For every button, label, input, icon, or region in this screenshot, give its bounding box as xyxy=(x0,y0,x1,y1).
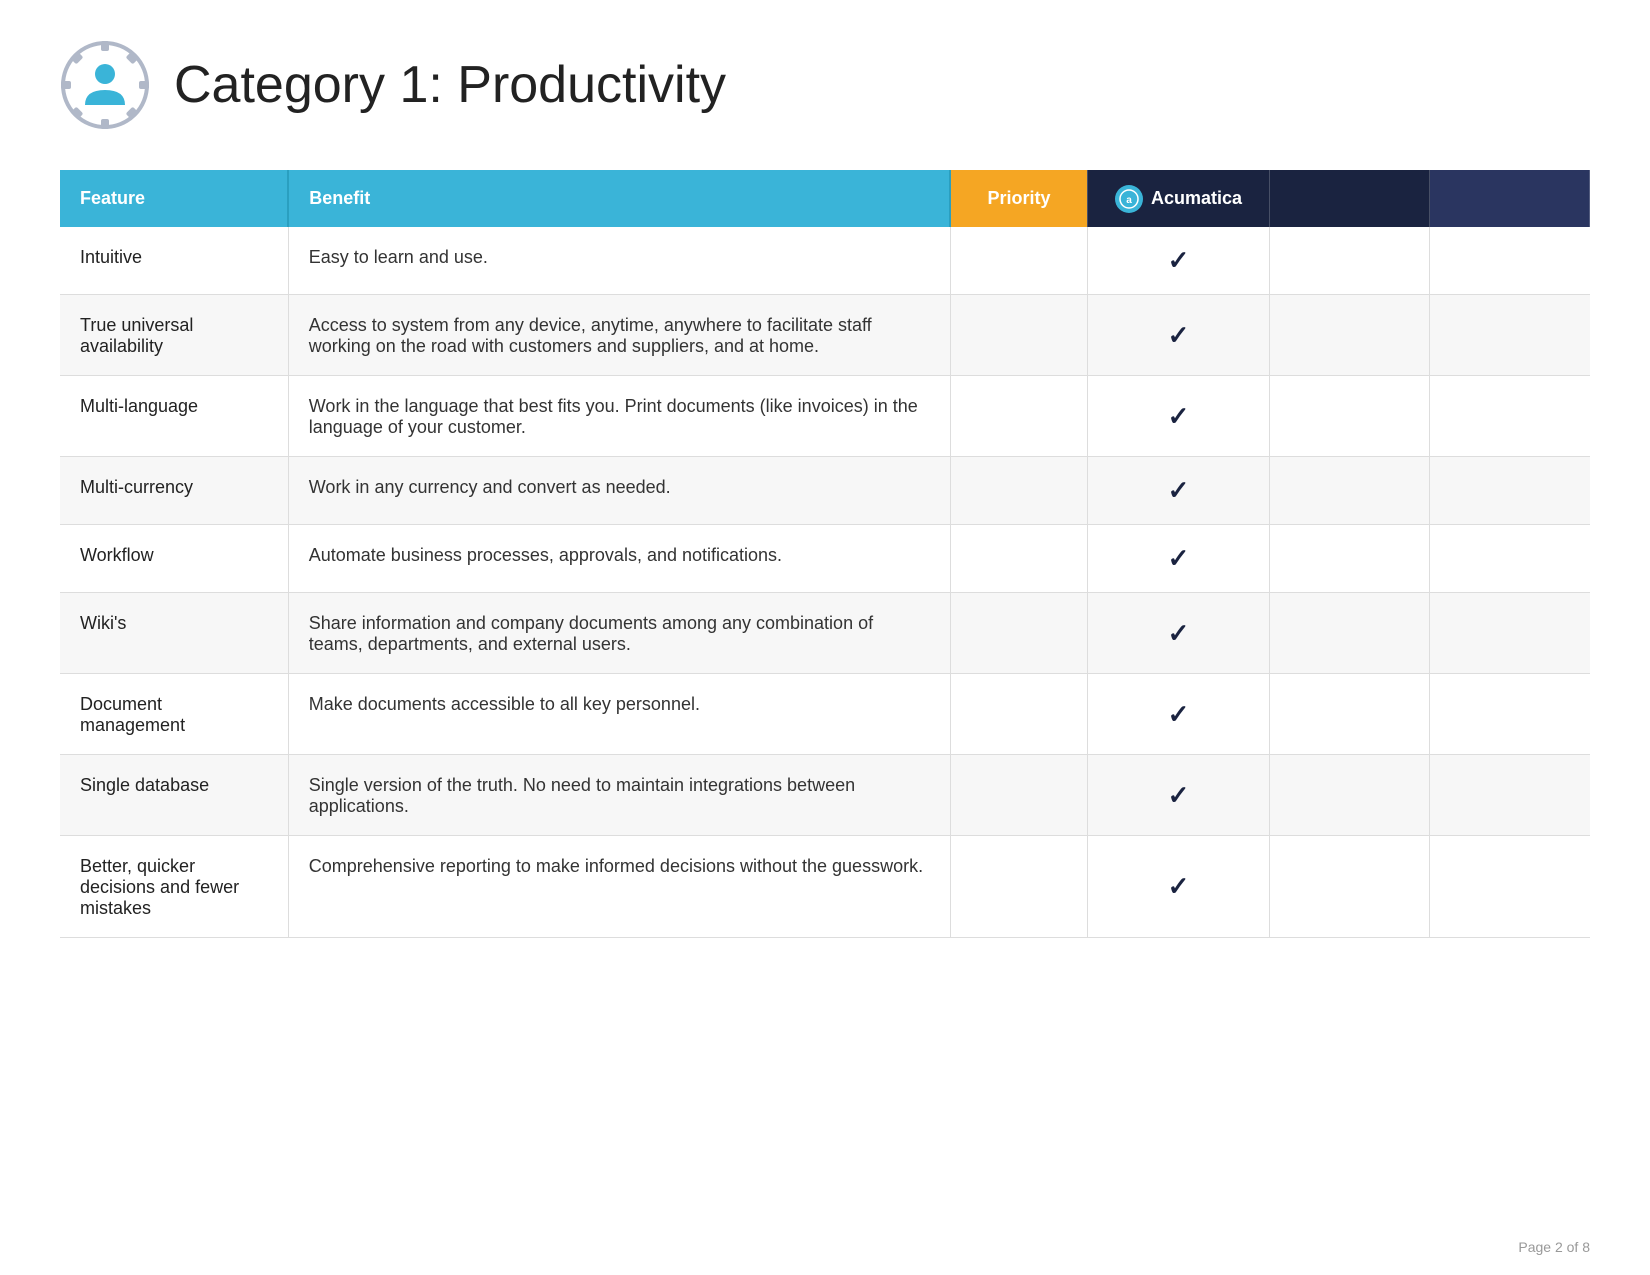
cell-acumatica: ✓ xyxy=(1087,674,1270,755)
cell-vendor3 xyxy=(1430,755,1590,836)
comparison-table: Feature Benefit Priority a xyxy=(60,170,1590,938)
cell-priority xyxy=(950,593,1087,674)
cell-vendor3 xyxy=(1430,836,1590,938)
table-row: Wiki'sShare information and company docu… xyxy=(60,593,1590,674)
cell-feature: Document management xyxy=(60,674,288,755)
check-icon: ✓ xyxy=(1168,475,1190,505)
cell-benefit: Single version of the truth. No need to … xyxy=(288,755,950,836)
cell-feature: Better, quicker decisions and fewer mist… xyxy=(60,836,288,938)
cell-acumatica: ✓ xyxy=(1087,457,1270,525)
cell-benefit: Access to system from any device, anytim… xyxy=(288,295,950,376)
cell-vendor3 xyxy=(1430,376,1590,457)
check-icon: ✓ xyxy=(1168,320,1190,350)
cell-vendor2 xyxy=(1270,836,1430,938)
cell-priority xyxy=(950,227,1087,295)
cell-vendor2 xyxy=(1270,295,1430,376)
cell-feature: True universal availability xyxy=(60,295,288,376)
cell-benefit: Automate business processes, approvals, … xyxy=(288,525,950,593)
check-icon: ✓ xyxy=(1168,245,1190,275)
col-header-vendor2 xyxy=(1270,170,1430,227)
acumatica-label: Acumatica xyxy=(1151,188,1242,209)
cell-vendor2 xyxy=(1270,674,1430,755)
check-icon: ✓ xyxy=(1168,401,1190,431)
productivity-icon xyxy=(60,40,150,130)
cell-acumatica: ✓ xyxy=(1087,525,1270,593)
cell-vendor3 xyxy=(1430,295,1590,376)
comparison-table-container: Feature Benefit Priority a xyxy=(60,170,1590,938)
cell-benefit: Comprehensive reporting to make informed… xyxy=(288,836,950,938)
table-body: IntuitiveEasy to learn and use.✓True uni… xyxy=(60,227,1590,938)
table-row: WorkflowAutomate business processes, app… xyxy=(60,525,1590,593)
table-row: True universal availabilityAccess to sys… xyxy=(60,295,1590,376)
table-row: Document managementMake documents access… xyxy=(60,674,1590,755)
cell-feature: Intuitive xyxy=(60,227,288,295)
col-header-acumatica: a Acumatica xyxy=(1087,170,1270,227)
cell-acumatica: ✓ xyxy=(1087,376,1270,457)
acumatica-logo: a Acumatica xyxy=(1104,185,1254,213)
page-footer: Page 2 of 8 xyxy=(1518,1239,1590,1255)
page-title: Category 1: Productivity xyxy=(174,55,726,115)
cell-vendor3 xyxy=(1430,457,1590,525)
cell-benefit: Work in any currency and convert as need… xyxy=(288,457,950,525)
cell-priority xyxy=(950,295,1087,376)
cell-vendor2 xyxy=(1270,457,1430,525)
cell-vendor2 xyxy=(1270,525,1430,593)
cell-acumatica: ✓ xyxy=(1087,836,1270,938)
check-icon: ✓ xyxy=(1168,871,1190,901)
acumatica-logo-icon: a xyxy=(1115,185,1143,213)
cell-priority xyxy=(950,525,1087,593)
cell-vendor3 xyxy=(1430,593,1590,674)
cell-acumatica: ✓ xyxy=(1087,295,1270,376)
cell-feature: Wiki's xyxy=(60,593,288,674)
cell-priority xyxy=(950,755,1087,836)
table-row: IntuitiveEasy to learn and use. ✓ xyxy=(60,227,1590,295)
cell-feature: Multi-language xyxy=(60,376,288,457)
cell-vendor2 xyxy=(1270,376,1430,457)
table-row: Single databaseSingle version of the tru… xyxy=(60,755,1590,836)
check-icon: ✓ xyxy=(1168,618,1190,648)
cell-feature: Workflow xyxy=(60,525,288,593)
page-header: Category 1: Productivity xyxy=(0,0,1650,160)
cell-benefit: Share information and company documents … xyxy=(288,593,950,674)
cell-vendor2 xyxy=(1270,227,1430,295)
table-header-row: Feature Benefit Priority a xyxy=(60,170,1590,227)
cell-acumatica: ✓ xyxy=(1087,755,1270,836)
cell-priority xyxy=(950,376,1087,457)
col-header-feature: Feature xyxy=(60,170,288,227)
table-row: Better, quicker decisions and fewer mist… xyxy=(60,836,1590,938)
cell-benefit: Easy to learn and use. xyxy=(288,227,950,295)
check-icon: ✓ xyxy=(1168,780,1190,810)
col-header-vendor3 xyxy=(1430,170,1590,227)
cell-vendor2 xyxy=(1270,593,1430,674)
cell-feature: Single database xyxy=(60,755,288,836)
cell-vendor2 xyxy=(1270,755,1430,836)
cell-benefit: Make documents accessible to all key per… xyxy=(288,674,950,755)
cell-priority xyxy=(950,674,1087,755)
cell-priority xyxy=(950,836,1087,938)
col-header-benefit: Benefit xyxy=(288,170,950,227)
check-icon: ✓ xyxy=(1168,699,1190,729)
col-header-priority: Priority xyxy=(950,170,1087,227)
check-icon: ✓ xyxy=(1168,543,1190,573)
cell-feature: Multi-currency xyxy=(60,457,288,525)
cell-vendor3 xyxy=(1430,674,1590,755)
page-info: Page 2 of 8 xyxy=(1518,1239,1590,1255)
cell-benefit: Work in the language that best fits you.… xyxy=(288,376,950,457)
cell-priority xyxy=(950,457,1087,525)
table-row: Multi-currencyWork in any currency and c… xyxy=(60,457,1590,525)
cell-vendor3 xyxy=(1430,227,1590,295)
table-row: Multi-languageWork in the language that … xyxy=(60,376,1590,457)
cell-vendor3 xyxy=(1430,525,1590,593)
cell-acumatica: ✓ xyxy=(1087,593,1270,674)
cell-acumatica: ✓ xyxy=(1087,227,1270,295)
svg-text:a: a xyxy=(1126,195,1132,206)
